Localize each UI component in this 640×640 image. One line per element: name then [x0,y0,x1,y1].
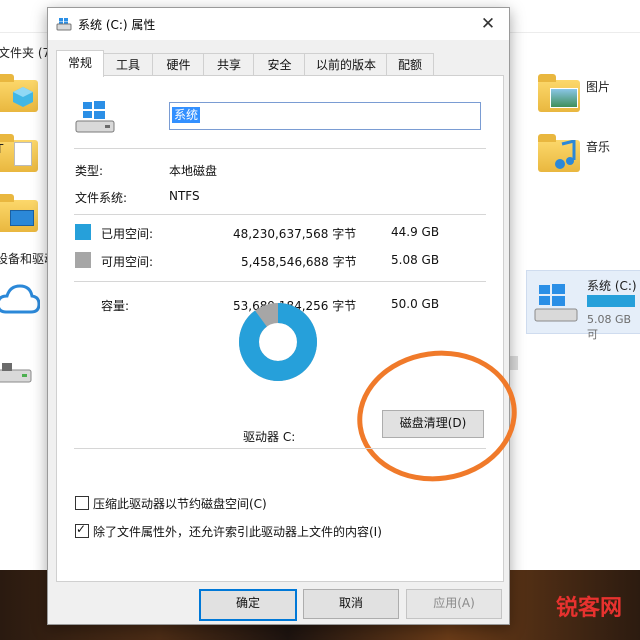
drive-letter-label: 驱动器 C: [243,430,296,444]
cancel-button[interactable]: 取消 [303,589,399,619]
pictures-folder-label: 图片 [586,80,611,94]
dialog-tabs: 常规 工具 硬件 共享 安全 以前的版本 配额 [56,50,502,77]
tab-quota[interactable]: 配额 [386,53,434,76]
used-space-gb: 44.9 GB [391,225,440,239]
index-checkbox[interactable] [75,522,89,538]
drive-c-tile-free: 5.08 GB 可 [587,313,632,341]
onedrive-cloud-icon[interactable] [0,280,40,320]
index-label: 除了文件属性外，还允许索引此驱动器上文件的内容(I) [93,525,382,539]
general-tab-panel: 系统 类型: 本地磁盘 文件系统: NTFS 已用空间: 48,230,637,… [56,75,526,582]
explorer-scroll-thumb[interactable] [510,356,518,370]
separator [74,448,486,449]
drive-small-icon[interactable] [0,362,32,384]
pictures-folder-icon[interactable] [538,72,582,116]
windows-drive-icon [75,101,115,133]
donut-used-arc [239,303,317,381]
site-watermark: 锐客网 [555,595,622,621]
tab-previous-versions[interactable]: 以前的版本 [304,53,388,76]
dialog-title: 系统 (C:) 属性 [78,18,156,32]
compress-checkbox[interactable] [75,496,89,510]
drive-name-value: 系统 [172,107,201,123]
tab-sharing[interactable]: 共享 [203,53,255,76]
apply-button[interactable]: 应用(A) [406,589,502,619]
drive-properties-dialog: 系统 (C:) 属性 ✕ 常规 工具 硬件 共享 安全 以前的版本 配额 系统 … [47,7,526,625]
music-folder-icon[interactable] [538,132,582,176]
capacity-label: 容量: [101,299,130,313]
disk-cleanup-button[interactable]: 磁盘清理(D) [382,410,484,438]
free-space-gb: 5.08 GB [391,253,440,267]
documents-folder-icon[interactable] [0,132,38,176]
separator [74,281,486,282]
index-drive-option[interactable]: 除了文件属性外，还允许索引此驱动器上文件的内容(I) [75,522,382,540]
free-space-label: 可用空间: [101,255,154,269]
type-label: 类型: [75,164,104,178]
dialog-titlebar[interactable]: 系统 (C:) 属性 ✕ [48,8,509,40]
drive-c-usage-bar [587,295,636,307]
music-folder-label: 音乐 [586,140,611,154]
tab-hardware[interactable]: 硬件 [152,53,205,76]
separator [74,148,486,149]
separator [74,214,486,215]
disk-usage-donut-chart [239,303,317,381]
filesystem-value: NTFS [169,189,200,203]
compress-label: 压缩此驱动器以节约磁盘空间(C) [93,497,267,511]
used-space-label: 已用空间: [101,227,154,241]
documents-folder-label: T [0,142,3,156]
compress-drive-option[interactable]: 压缩此驱动器以节约磁盘空间(C) [75,495,267,512]
tab-security[interactable]: 安全 [253,53,306,76]
drive-title-icon [56,18,72,31]
tab-general[interactable]: 常规 [56,50,104,77]
drive-c-tile[interactable]: 系统 (C:) 5.08 GB 可 [526,270,640,341]
drive-c-tile-name: 系统 (C:) [587,279,637,293]
free-space-swatch [75,252,91,268]
used-space-swatch [75,224,91,240]
filesystem-label: 文件系统: [75,191,128,205]
used-space-bytes: 48,230,637,568 字节 [233,227,357,241]
drive-name-input[interactable]: 系统 [169,102,481,130]
ok-button[interactable]: 确定 [199,589,297,621]
type-value: 本地磁盘 [169,164,218,178]
close-icon[interactable]: ✕ [475,12,501,36]
capacity-gb: 50.0 GB [391,297,440,311]
free-space-bytes: 5,458,546,688 字节 [241,255,357,269]
windows-drive-icon [534,284,578,322]
tab-tools[interactable]: 工具 [102,53,154,76]
3d-objects-folder-icon[interactable] [0,72,38,116]
desktop-folder-icon[interactable] [0,192,38,236]
